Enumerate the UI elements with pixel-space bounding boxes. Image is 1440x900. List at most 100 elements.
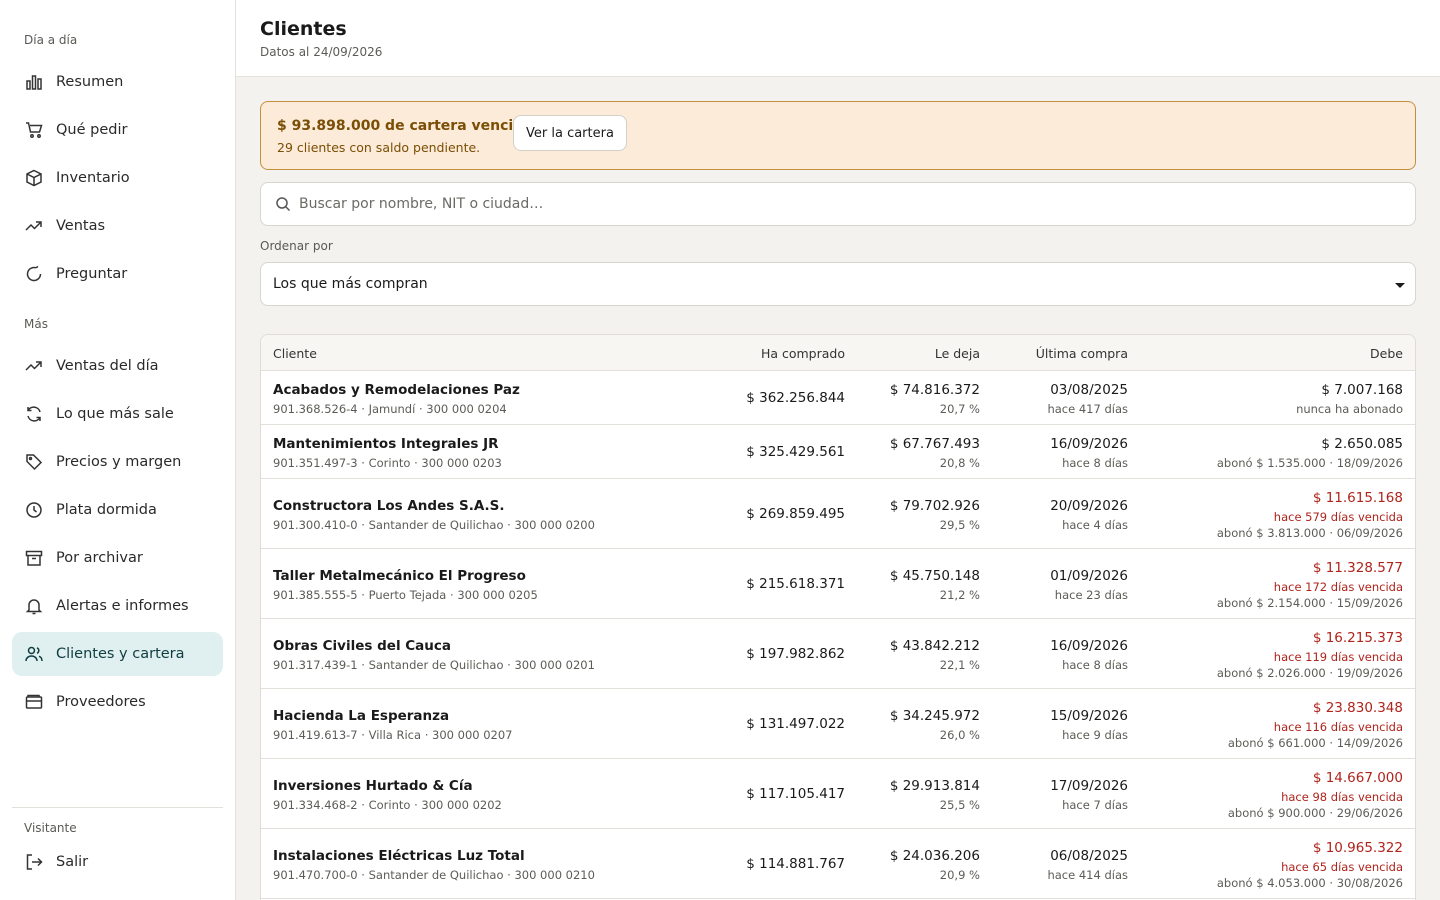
margin-value: $ 43.842.212 bbox=[889, 638, 980, 654]
margin-pct: 20,8 % bbox=[939, 456, 980, 470]
sidebar-item-inventario[interactable]: Inventario bbox=[12, 156, 223, 200]
last-purchase-date: 16/09/2026 bbox=[1050, 436, 1128, 452]
wallet-icon bbox=[24, 692, 44, 712]
table-row[interactable]: Obras Civiles del Cauca 901.317.439-1 · … bbox=[261, 619, 1415, 689]
sidebar-item-label: Proveedores bbox=[56, 694, 146, 710]
sidebar-item-label: Ventas del día bbox=[56, 358, 159, 374]
client-meta: 901.419.613-7 · Villa Rica · 300 000 020… bbox=[273, 728, 513, 742]
search-input[interactable] bbox=[299, 183, 1399, 225]
sidebar-item-ventas-del-dia[interactable]: Ventas del día bbox=[12, 344, 223, 388]
bought-value: $ 269.859.495 bbox=[746, 506, 845, 522]
overdue-info: hace 119 días vencida bbox=[1273, 650, 1403, 664]
client-meta: 901.385.555-5 · Puerto Tejada · 300 000 … bbox=[273, 588, 538, 602]
debt-amount: $ 2.650.085 bbox=[1321, 436, 1403, 452]
bought-value: $ 215.618.371 bbox=[746, 576, 845, 592]
column-header-le-deja[interactable]: Le deja bbox=[935, 346, 980, 361]
margin-pct: 26,0 % bbox=[939, 728, 980, 742]
sidebar-item-proveedores[interactable]: Proveedores bbox=[12, 680, 223, 724]
margin-pct: 21,2 % bbox=[939, 588, 980, 602]
margin-value: $ 24.036.206 bbox=[889, 848, 980, 864]
overdue-info: hace 579 días vencida bbox=[1273, 510, 1403, 524]
last-purchase-date: 01/09/2026 bbox=[1050, 568, 1128, 584]
sidebar-item-label: Inventario bbox=[56, 170, 130, 186]
sidebar-item-label: Lo que más sale bbox=[56, 406, 174, 422]
table-header: Cliente Ha comprado Le deja Última compr… bbox=[261, 335, 1415, 371]
sidebar-divider bbox=[12, 807, 223, 808]
table-row[interactable]: Acabados y Remodelaciones Paz 901.368.52… bbox=[261, 371, 1415, 425]
section-label-more: Más bbox=[24, 317, 48, 331]
sidebar-item-clientes-y-cartera[interactable]: Clientes y cartera bbox=[12, 632, 223, 676]
view-portfolio-button[interactable]: Ver la cartera bbox=[513, 115, 627, 151]
table-row[interactable]: Mantenimientos Integrales JR 901.351.497… bbox=[261, 425, 1415, 479]
sidebar: Día a día Resumen Qué pedir Inventario V… bbox=[0, 0, 236, 900]
overdue-info: hace 172 días vencida bbox=[1273, 580, 1403, 594]
sidebar-item-label: Preguntar bbox=[56, 266, 128, 282]
sort-label: Ordenar por bbox=[260, 239, 333, 253]
sort-select[interactable]: Los que más compran bbox=[260, 262, 1416, 306]
sidebar-item-resumen[interactable]: Resumen bbox=[12, 60, 223, 104]
margin-pct: 20,7 % bbox=[939, 402, 980, 416]
debt-amount: $ 7.007.168 bbox=[1321, 382, 1403, 398]
sidebar-item-por-archivar[interactable]: Por archivar bbox=[12, 536, 223, 580]
column-header-ultima-compra[interactable]: Última compra bbox=[1036, 346, 1128, 361]
client-name: Acabados y Remodelaciones Paz bbox=[273, 382, 520, 398]
sidebar-item-lo-que-mas-sale[interactable]: Lo que más sale bbox=[12, 392, 223, 436]
sidebar-item-label: Resumen bbox=[56, 74, 124, 90]
column-header-cliente[interactable]: Cliente bbox=[273, 346, 317, 361]
logout-button[interactable]: Salir bbox=[12, 840, 223, 884]
sidebar-item-ventas[interactable]: Ventas bbox=[12, 204, 223, 248]
sidebar-item-que-pedir[interactable]: Qué pedir bbox=[12, 108, 223, 152]
bought-value: $ 117.105.417 bbox=[746, 786, 845, 802]
column-header-ha-comprado[interactable]: Ha comprado bbox=[761, 346, 845, 361]
search-icon bbox=[275, 196, 293, 214]
section-label-visitor: Visitante bbox=[24, 821, 77, 835]
margin-value: $ 67.767.493 bbox=[889, 436, 980, 452]
logout-label: Salir bbox=[56, 854, 89, 870]
table-row[interactable]: Constructora Los Andes S.A.S. 901.300.41… bbox=[261, 479, 1415, 549]
client-meta: 901.317.439-1 · Santander de Quilichao ·… bbox=[273, 658, 595, 672]
column-header-debe[interactable]: Debe bbox=[1370, 346, 1403, 361]
sidebar-item-label: Alertas e informes bbox=[56, 598, 189, 614]
debt-amount: $ 10.965.322 bbox=[1312, 840, 1403, 856]
payment-info: abonó $ 4.053.000 · 30/08/2026 bbox=[1216, 876, 1403, 890]
sidebar-item-alertas-e-informes[interactable]: Alertas e informes bbox=[12, 584, 223, 628]
last-purchase-ago: hace 7 días bbox=[1062, 798, 1128, 812]
page-header: Clientes Datos al 24/09/2026 bbox=[236, 0, 1440, 77]
sidebar-item-label: Por archivar bbox=[56, 550, 143, 566]
last-purchase-date: 20/09/2026 bbox=[1050, 498, 1128, 514]
margin-value: $ 74.816.372 bbox=[889, 382, 980, 398]
bought-value: $ 197.982.862 bbox=[746, 646, 845, 662]
sort-selected-value: Los que más compran bbox=[273, 276, 428, 292]
margin-value: $ 29.913.814 bbox=[889, 778, 980, 794]
debt-amount: $ 16.215.373 bbox=[1312, 630, 1403, 646]
margin-pct: 25,5 % bbox=[939, 798, 980, 812]
sidebar-item-label: Plata dormida bbox=[56, 502, 157, 518]
bell-icon bbox=[24, 596, 44, 616]
tag-icon bbox=[24, 452, 44, 472]
overdue-detail: 29 clientes con saldo pendiente. bbox=[277, 140, 481, 155]
last-purchase-ago: hace 9 días bbox=[1062, 728, 1128, 742]
sidebar-item-preguntar[interactable]: Preguntar bbox=[12, 252, 223, 296]
client-meta: 901.470.700-0 · Santander de Quilichao ·… bbox=[273, 868, 595, 882]
overdue-info: hace 98 días vencida bbox=[1281, 790, 1403, 804]
payment-info: abonó $ 3.813.000 · 06/09/2026 bbox=[1216, 526, 1403, 540]
users-icon bbox=[24, 644, 44, 664]
client-meta: 901.334.468-2 · Corinto · 300 000 0202 bbox=[273, 798, 502, 812]
last-purchase-ago: hace 414 días bbox=[1047, 868, 1128, 882]
table-row[interactable]: Hacienda La Esperanza 901.419.613-7 · Vi… bbox=[261, 689, 1415, 759]
sidebar-item-precios-y-margen[interactable]: Precios y margen bbox=[12, 440, 223, 484]
chat-circle-icon bbox=[24, 264, 44, 284]
sidebar-item-plata-dormida[interactable]: Plata dormida bbox=[12, 488, 223, 532]
last-purchase-ago: hace 417 días bbox=[1047, 402, 1128, 416]
overdue-alert-banner: $ 93.898.000 de cartera vencida 29 clien… bbox=[260, 101, 1416, 170]
table-row[interactable]: Instalaciones Eléctricas Luz Total 901.4… bbox=[261, 829, 1415, 899]
bought-value: $ 362.256.844 bbox=[746, 390, 845, 406]
last-purchase-date: 15/09/2026 bbox=[1050, 708, 1128, 724]
last-purchase-ago: hace 4 días bbox=[1062, 518, 1128, 532]
payment-info: nunca ha abonado bbox=[1296, 402, 1403, 416]
overdue-info: hace 65 días vencida bbox=[1281, 860, 1403, 874]
refresh-icon bbox=[24, 404, 44, 424]
table-row[interactable]: Inversiones Hurtado & Cía 901.334.468-2 … bbox=[261, 759, 1415, 829]
overdue-amount: $ 93.898.000 de cartera vencida bbox=[277, 118, 533, 134]
table-row[interactable]: Taller Metalmecánico El Progreso 901.385… bbox=[261, 549, 1415, 619]
